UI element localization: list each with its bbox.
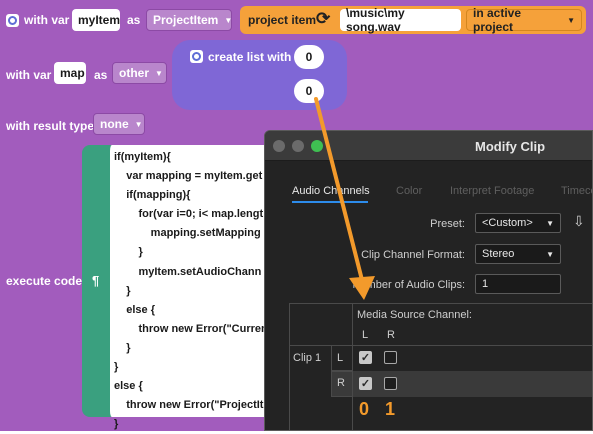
annotation-arrow-icon — [314, 97, 375, 300]
